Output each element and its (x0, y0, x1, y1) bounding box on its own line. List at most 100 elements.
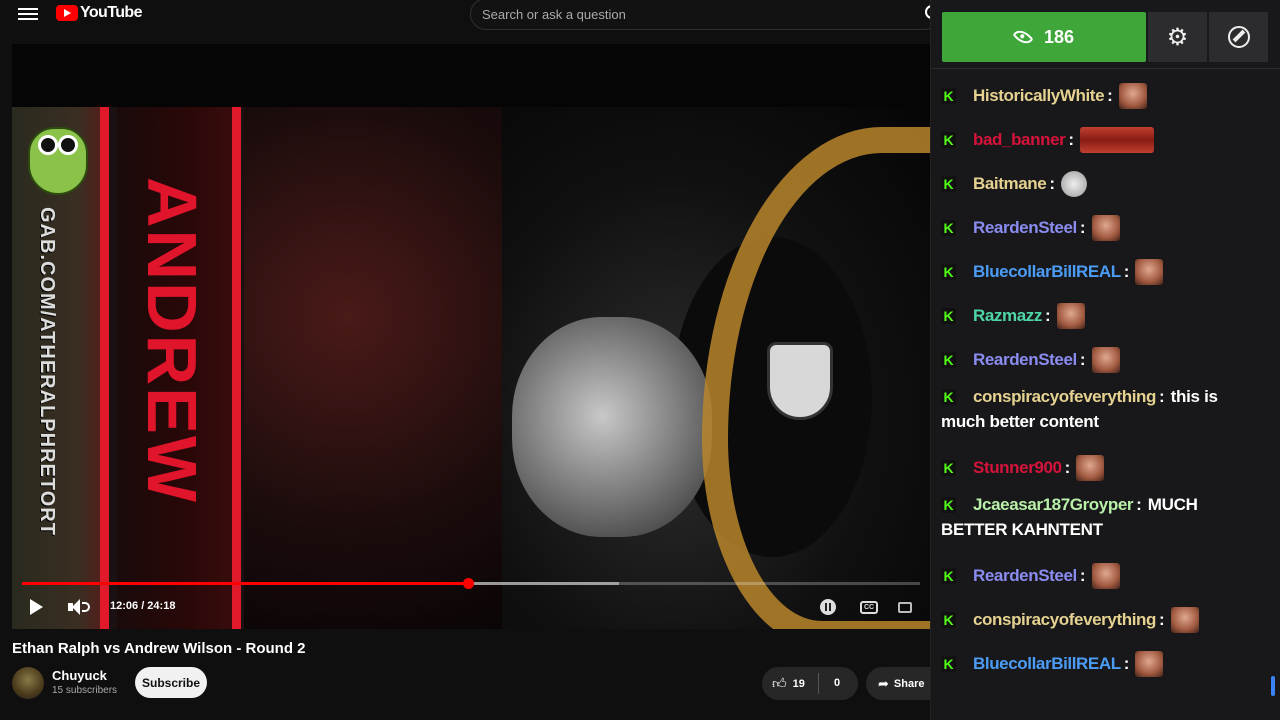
face-emote (1091, 563, 1120, 589)
video-left-panel: GAB.COM/ATHERALPHRETORT (12, 107, 108, 629)
chat-message-list[interactable]: K HistoricallyWhite: Kbad_banner: K Baitmane… (941, 74, 1271, 686)
chat-message-text: MUCH (1147, 495, 1198, 514)
chat-username[interactable]: ReardenSteel (973, 350, 1077, 370)
chat-scrollbar[interactable] (1271, 676, 1275, 696)
like-count: 19 (792, 677, 805, 690)
chat-separator: : (1079, 566, 1086, 585)
chat-username[interactable]: HistoricallyWhite (973, 86, 1105, 106)
red-stripe (232, 107, 241, 629)
face-emote (1056, 303, 1085, 329)
chat-divider (931, 68, 1280, 69)
viewer-count-button[interactable]: 186 (942, 12, 1146, 62)
chat-username[interactable]: bad_banner (973, 130, 1066, 150)
chat-message-line: K BluecollarBillREAL: (941, 642, 1267, 686)
youtube-header: YouTube (0, 0, 940, 30)
chat-separator: : (1107, 86, 1113, 105)
like-button[interactable]: 👍︎ 19 (772, 667, 805, 700)
chat-message: K HistoricallyWhite: (941, 74, 1271, 118)
chat-message-text-continued: much better content (941, 412, 1099, 431)
chat-message-line: K BluecollarBillREAL: (941, 250, 1267, 294)
chat-message-line: Kconspiracyofeverything: this is (941, 382, 1267, 412)
video-player[interactable]: GAB.COM/ATHERALPHRETORT ANDREW 12:06 / 2… (12, 44, 930, 629)
chat-username[interactable]: Baitmane (973, 174, 1047, 194)
channel-avatar[interactable] (12, 667, 44, 699)
compass-icon (1227, 26, 1250, 48)
kick-badge-icon: K (941, 656, 956, 672)
face-emote (1135, 651, 1164, 677)
chat-separator: : (1079, 218, 1086, 237)
search-input[interactable] (482, 5, 902, 23)
hamburger-menu-icon[interactable] (18, 5, 38, 21)
subscriber-count: 15 subscribers (52, 685, 118, 696)
progress-fill (22, 582, 469, 585)
chat-message-text: this is (1170, 387, 1218, 406)
chat-separator: : (1123, 262, 1130, 281)
chat-separator: : (1068, 130, 1075, 149)
autoplay-toggle-icon[interactable] (820, 599, 836, 615)
chat-message-line: Kconspiracyofeverything: (941, 598, 1267, 642)
chat-message-line: K Razmazz: (941, 294, 1267, 338)
chat-username[interactable]: conspiracyofeverything (973, 387, 1156, 407)
volume-icon[interactable] (68, 599, 90, 615)
chat-username[interactable]: Razmazz (973, 306, 1042, 326)
kick-badge-icon: K (941, 389, 956, 405)
chat-username[interactable]: BluecollarBillREAL (973, 654, 1121, 674)
chat-message-line: K ReardenSteel: (941, 206, 1267, 250)
chat-username[interactable]: Jcaeasar187Groyper (973, 495, 1134, 515)
chat-panel: 186 ⚙ K HistoricallyWhite: Kbad_banner: K Ba… (930, 0, 1280, 720)
chat-separator: : (1158, 610, 1165, 629)
red-stripe (100, 107, 109, 629)
search-box (470, 0, 940, 30)
chat-message: Kconspiracyofeverything: this is much bett… (941, 382, 1271, 446)
face-shape (512, 317, 712, 537)
youtube-play-icon (56, 5, 78, 21)
chat-message-line: K Stunner900: (941, 446, 1267, 490)
youtube-logo[interactable]: YouTube (56, 4, 142, 22)
subscribe-button[interactable]: Subscribe (135, 667, 207, 698)
kick-badge-icon: K (941, 568, 956, 584)
dislike-button[interactable]: 0 (834, 667, 840, 700)
chat-message-line: K Baitmane: (941, 162, 1267, 206)
chat-username[interactable]: ReardenSteel (973, 566, 1077, 586)
video-ornate-panel (244, 107, 502, 629)
share-button[interactable]: ➦ Share (866, 667, 938, 700)
chat-separator: : (1123, 654, 1130, 673)
share-icon: ➦ (878, 675, 889, 691)
app-root: YouTube GAB.COM/ATHERALPHRETORT ANDREW (0, 0, 1280, 720)
cat-emote (1061, 171, 1087, 197)
face-emote (1091, 347, 1120, 373)
kick-badge-icon: K (941, 88, 956, 104)
chat-message: K Stunner900: (941, 446, 1271, 490)
play-icon[interactable] (30, 599, 43, 615)
settings-button[interactable]: ⚙ (1148, 12, 1207, 62)
kick-badge-icon: K (941, 264, 956, 280)
face-emote (1118, 83, 1147, 109)
chat-message-line: Kbad_banner: (941, 118, 1267, 162)
kick-badge-icon: K (941, 352, 956, 368)
video-frame[interactable]: GAB.COM/ATHERALPHRETORT ANDREW (12, 107, 930, 629)
logo-text: YouTube (80, 4, 142, 21)
chat-message-line: K ReardenSteel: (941, 554, 1267, 598)
captions-icon[interactable]: CC (860, 601, 878, 614)
chat-message: Kconspiracyofeverything: (941, 598, 1271, 642)
chat-separator: : (1079, 350, 1086, 369)
thumbs-up-icon: 👍︎ (772, 675, 787, 691)
popout-button[interactable] (1209, 12, 1268, 62)
chat-username[interactable]: Stunner900 (973, 458, 1062, 478)
kick-badge-icon: K (941, 132, 956, 148)
kick-badge-icon: K (941, 497, 956, 513)
chat-username[interactable]: conspiracyofeverything (973, 610, 1156, 630)
kick-badge-icon: K (941, 176, 956, 192)
loop-icon[interactable] (898, 602, 912, 613)
face-emote (1091, 215, 1120, 241)
viewer-count: 186 (1043, 26, 1075, 47)
gear-icon: ⚙ (1166, 23, 1189, 51)
share-label: Share (893, 677, 925, 690)
progress-bar[interactable] (22, 578, 920, 589)
chat-separator: : (1136, 495, 1142, 514)
kick-badge-icon: K (941, 612, 956, 628)
chat-username[interactable]: ReardenSteel (973, 218, 1077, 238)
channel-name[interactable]: Chuyuck (52, 668, 107, 683)
chat-username[interactable]: BluecollarBillREAL (973, 262, 1121, 282)
chat-message-line: K HistoricallyWhite: (941, 74, 1267, 118)
